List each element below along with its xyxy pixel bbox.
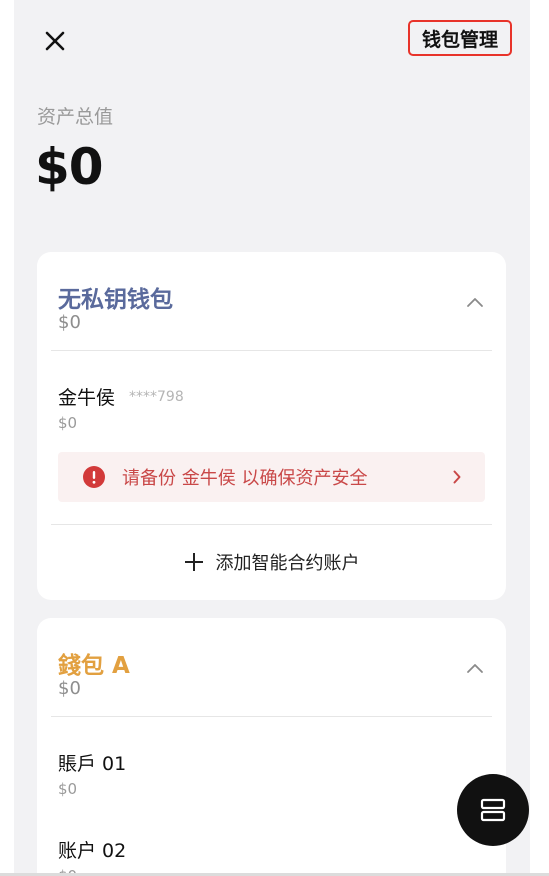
wallet-header[interactable]: 錢包 A $0 [37,618,506,716]
account-balance: $0 [58,414,78,432]
total-assets-label: 资产总值 [37,106,114,128]
account-item[interactable]: 账户 02 $0 [37,836,506,876]
wallet-screen: 钱包管理 资产总值 $0 无私钥钱包 $0 金牛侯 ****798 $0 请备份… [14,0,530,876]
chevron-up-icon [467,664,483,673]
wallet-card-keyless: 无私钥钱包 $0 金牛侯 ****798 $0 请备份 金牛侯 以确保资产安全 [37,252,506,600]
add-account-label: 添加智能合约账户 [215,553,360,574]
divider [51,524,492,525]
account-item[interactable]: 賬戶 01 $0 [37,749,506,809]
account-name: 賬戶 01 [58,753,127,775]
floating-action-button[interactable] [457,774,529,846]
account-name: 账户 02 [58,840,127,862]
exclamation-circle-icon [83,466,105,488]
chevron-up-icon [467,298,483,307]
divider [51,716,492,717]
account-item[interactable]: 金牛侯 ****798 $0 [37,383,506,443]
backup-warning-text: 请备份 金牛侯 以确保资产安全 [122,468,368,489]
divider [51,350,492,351]
account-name: 金牛侯 [58,387,116,409]
backup-warning-banner[interactable]: 请备份 金牛侯 以确保资产安全 [58,452,485,502]
account-balance: $0 [58,780,78,798]
wallet-card-a: 錢包 A $0 賬戶 01 $0 账户 02 $0 [37,618,506,876]
plus-icon [184,553,203,571]
chevron-right-icon [453,470,461,484]
wallet-balance: $0 [58,678,81,699]
wallet-manage-button[interactable]: 钱包管理 [408,20,512,56]
close-icon [45,31,65,51]
wallet-balance: $0 [58,312,81,333]
account-address: ****798 [129,389,184,405]
wallet-header[interactable]: 无私钥钱包 $0 [37,252,506,350]
wallet-name: 錢包 A [58,653,130,679]
wallet-name: 无私钥钱包 [58,287,173,313]
close-button[interactable] [42,28,68,54]
total-assets-value: $0 [35,138,104,196]
add-smart-contract-account-button[interactable]: 添加智能合约账户 [37,536,506,588]
stack-icon [480,798,506,822]
